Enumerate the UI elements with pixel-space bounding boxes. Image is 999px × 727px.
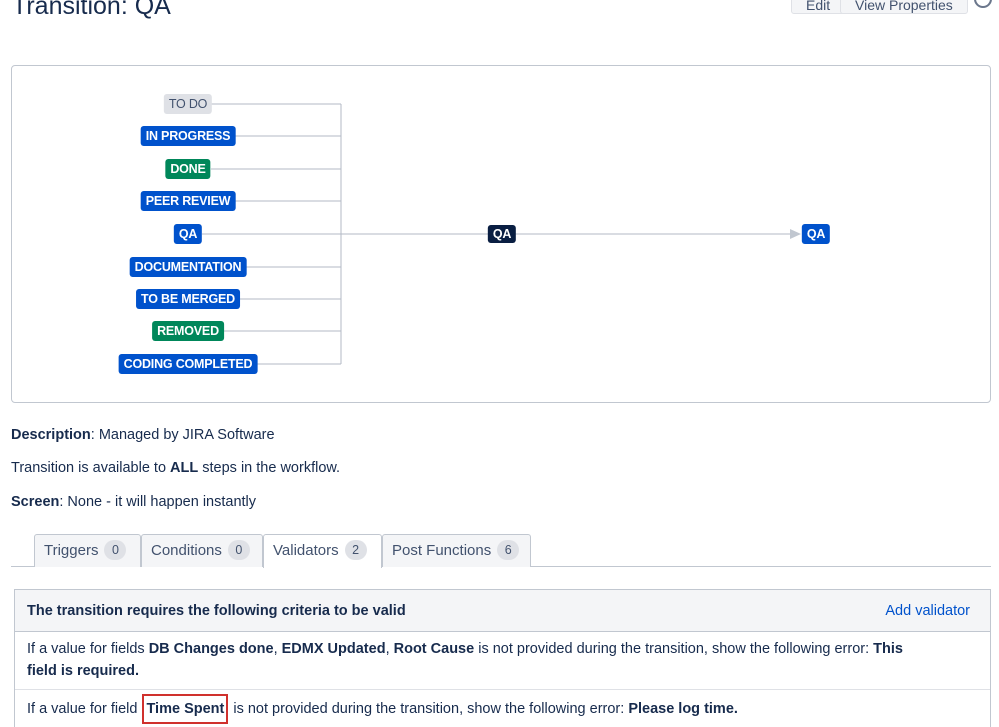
tab-count-badge: 2 bbox=[344, 540, 367, 560]
tab-validators[interactable]: Validators 2 bbox=[263, 534, 382, 568]
arrow-head-icon bbox=[790, 229, 801, 239]
status-removed[interactable]: REMOVED bbox=[152, 321, 224, 341]
tab-count-badge: 0 bbox=[227, 540, 250, 560]
page-title: Transition: QA bbox=[12, 0, 171, 20]
validator-rule-1: If a value for fields DB Changes done, E… bbox=[27, 638, 932, 682]
rule-text: If a value for fields bbox=[27, 641, 149, 657]
highlighted-field: Time Spent bbox=[142, 694, 229, 724]
status-coding-completed[interactable]: CODING COMPLETED bbox=[118, 354, 258, 374]
rule-field: EDMX Updated bbox=[281, 641, 386, 657]
edit-button[interactable]: Edit bbox=[791, 0, 846, 14]
rule-divider bbox=[15, 689, 990, 690]
tab-post-functions[interactable]: Post Functions 6 bbox=[382, 534, 531, 567]
status-done[interactable]: DONE bbox=[165, 159, 211, 179]
rule-field: Root Cause bbox=[393, 641, 475, 657]
availability-line: Transition is available to ALL steps in … bbox=[11, 460, 340, 476]
tab-label: Validators bbox=[273, 542, 339, 559]
rule-text: is not provided during the transition, s… bbox=[229, 701, 629, 717]
validators-header: The transition requires the following cr… bbox=[15, 590, 990, 632]
transition-label[interactable]: QA bbox=[487, 225, 517, 243]
status-qa[interactable]: QA bbox=[173, 224, 203, 244]
tab-label: Conditions bbox=[151, 542, 222, 559]
tab-triggers[interactable]: Triggers 0 bbox=[34, 534, 141, 567]
tab-label: Triggers bbox=[44, 542, 99, 559]
screen-value: : None - it will happen instantly bbox=[59, 494, 257, 510]
workflow-diagram: TO DO IN PROGRESS DONE PEER REVIEW QA DO… bbox=[11, 65, 991, 403]
rule-error: Please log time. bbox=[628, 701, 738, 717]
tab-conditions[interactable]: Conditions 0 bbox=[141, 534, 263, 567]
status-documentation[interactable]: DOCUMENTATION bbox=[129, 257, 247, 277]
rule-text: , bbox=[385, 641, 394, 657]
help-icon[interactable] bbox=[974, 0, 992, 8]
status-to-be-merged[interactable]: TO BE MERGED bbox=[136, 289, 240, 309]
description-line: Description: Managed by JIRA Software bbox=[11, 427, 275, 443]
tab-label: Post Functions bbox=[392, 542, 492, 559]
availability-bold: ALL bbox=[170, 460, 199, 476]
availability-prefix: Transition is available to bbox=[11, 460, 171, 476]
rule-field: DB Changes done bbox=[148, 641, 274, 657]
screen-label: Screen bbox=[11, 494, 60, 510]
availability-suffix: steps in the workflow. bbox=[198, 460, 341, 476]
add-validator-link[interactable]: Add validator bbox=[885, 603, 970, 619]
tab-count-badge: 0 bbox=[104, 540, 127, 560]
validator-rule-2: If a value for field Time Spent is not p… bbox=[27, 694, 977, 724]
status-peer-review[interactable]: PEER REVIEW bbox=[140, 191, 236, 211]
validators-panel: The transition requires the following cr… bbox=[14, 589, 991, 727]
screen-line: Screen: None - it will happen instantly bbox=[11, 494, 256, 510]
description-value: : Managed by JIRA Software bbox=[90, 427, 275, 443]
description-label: Description bbox=[11, 427, 91, 443]
rule-text: If a value for field bbox=[27, 701, 142, 717]
validators-header-title: The transition requires the following cr… bbox=[27, 603, 406, 619]
tab-count-badge: 6 bbox=[497, 540, 520, 560]
status-in-progress[interactable]: IN PROGRESS bbox=[140, 126, 236, 146]
rule-text: , bbox=[273, 641, 282, 657]
rule-text: is not provided during the transition, s… bbox=[474, 641, 874, 657]
status-to-do[interactable]: TO DO bbox=[163, 94, 213, 114]
view-properties-button[interactable]: View Properties bbox=[840, 0, 968, 14]
status-target-qa[interactable]: QA bbox=[801, 224, 831, 244]
